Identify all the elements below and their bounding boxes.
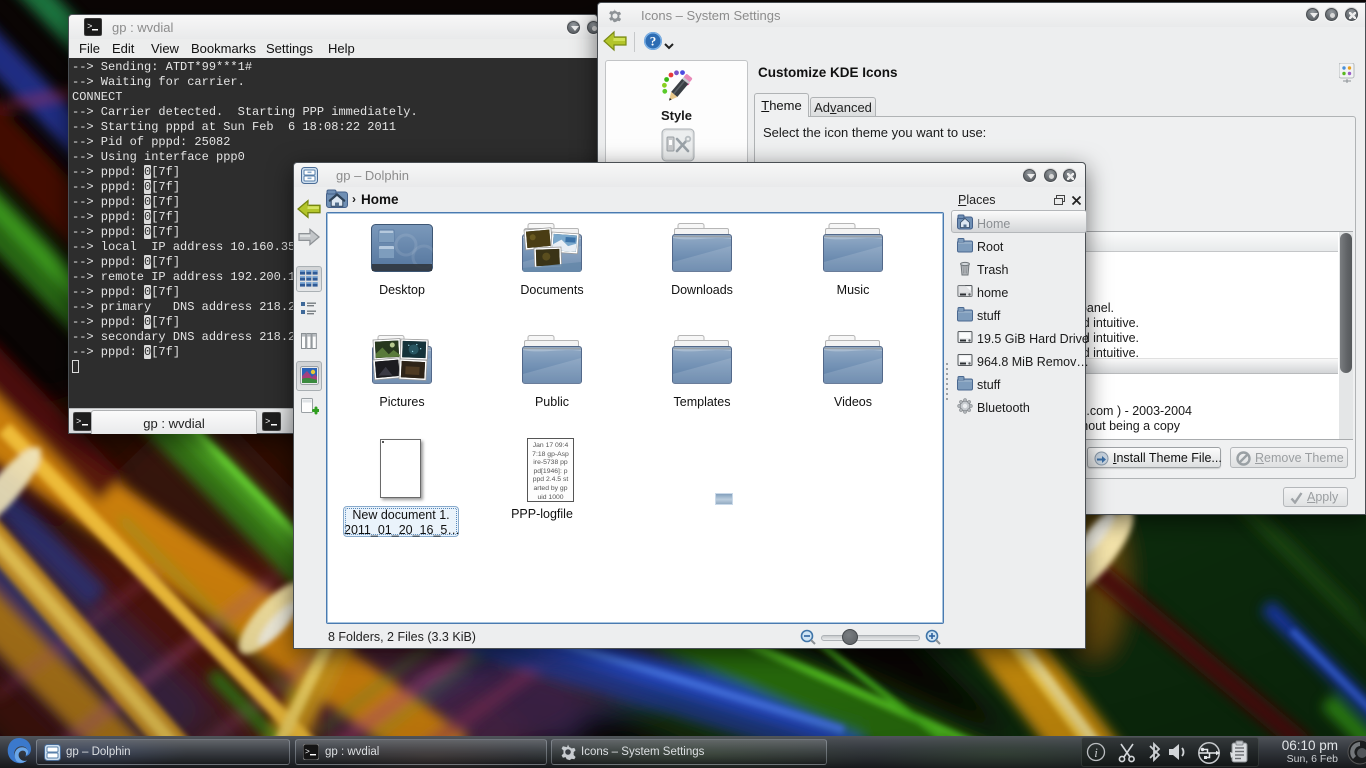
svg-text:?: ? — [650, 34, 657, 49]
svg-text:>: > — [265, 417, 270, 427]
svg-text:i: i — [1094, 745, 1098, 760]
svg-text:>: > — [305, 748, 310, 757]
svg-text:>: > — [76, 417, 81, 427]
svg-text:>: > — [87, 22, 92, 32]
